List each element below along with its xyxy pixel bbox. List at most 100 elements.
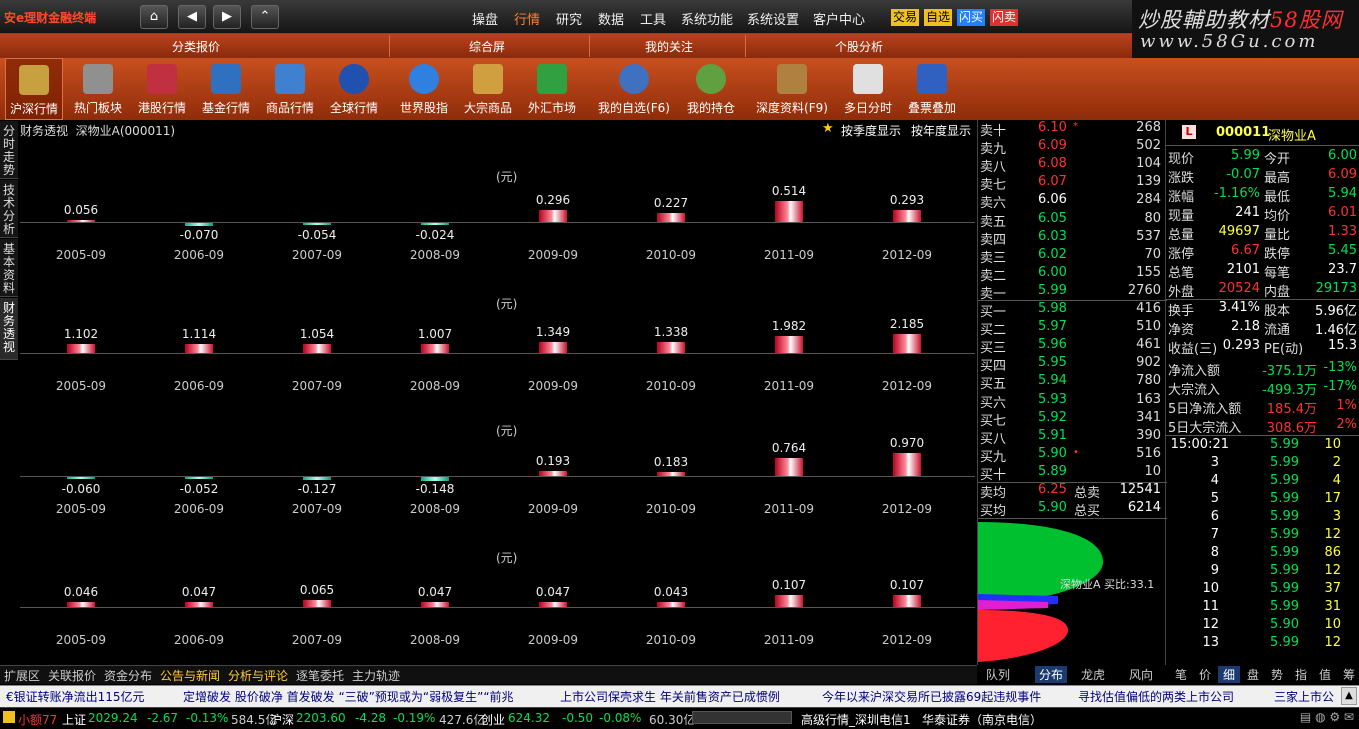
book-level-price[interactable]: 5.99: [1038, 283, 1067, 298]
ticker-item[interactable]: 三家上市公: [1274, 688, 1334, 705]
quote-mini-tab[interactable]: 筹: [1338, 666, 1359, 683]
menu-research[interactable]: 研究: [556, 9, 582, 28]
annual-view-option[interactable]: 按年度显示: [911, 122, 971, 139]
vtab-intraday[interactable]: 分时走势: [0, 121, 18, 179]
vtab-technical[interactable]: 技术分析: [0, 180, 18, 238]
tool-hushen-quotes[interactable]: 沪深行情: [5, 58, 63, 120]
brand-site: 58股网: [1270, 8, 1343, 32]
category-classified-quotes: 分类报价: [172, 40, 221, 54]
book-level-price[interactable]: 5.97: [1038, 319, 1067, 334]
book-level-volume: 416: [1136, 301, 1161, 316]
quote-mini-tab[interactable]: 盘: [1242, 666, 1264, 683]
quote-mini-tab[interactable]: 指: [1290, 666, 1312, 683]
tool-hk-quotes[interactable]: 港股行情: [133, 58, 191, 120]
menu-tools[interactable]: 工具: [640, 9, 666, 28]
collapse-button[interactable]: ⌃: [251, 5, 279, 29]
quarterly-view-option[interactable]: 按季度显示: [841, 122, 901, 139]
tool-bulk-commodities[interactable]: 大宗商品: [459, 58, 517, 120]
book-tab[interactable]: 分布: [1035, 666, 1068, 683]
book-level-price[interactable]: 5.96: [1038, 337, 1067, 352]
book-level-price[interactable]: 5.93: [1038, 392, 1067, 407]
watchlist-tag[interactable]: 自选: [924, 9, 953, 26]
tool-multi-day[interactable]: 多日分时: [839, 58, 897, 120]
tab-order-detail[interactable]: 逐笔委托: [296, 667, 344, 684]
menu-quotes[interactable]: 行情: [514, 9, 540, 28]
tab-related-quotes[interactable]: 关联报价: [48, 667, 96, 684]
tool-hot-sectors[interactable]: 热门板块: [69, 58, 127, 120]
book-level-price[interactable]: 5.92: [1038, 410, 1067, 425]
tool-deep-info[interactable]: 深度资料(F9): [754, 58, 830, 120]
book-level-price[interactable]: 6.07: [1038, 174, 1067, 189]
tab-announcements[interactable]: 公告与新闻: [160, 667, 220, 684]
flow-pct: -17%: [1323, 379, 1357, 394]
book-tab[interactable]: 风向: [1129, 666, 1153, 683]
book-tab[interactable]: 龙虎: [1081, 666, 1105, 683]
book-level-volume: 537: [1136, 228, 1161, 244]
quote-mini-tab[interactable]: 笔: [1170, 666, 1192, 683]
quote-mini-tab[interactable]: 价: [1194, 666, 1216, 683]
chart-data-label: 0.046: [63, 584, 99, 599]
book-divider: [978, 518, 1167, 519]
ticker-item[interactable]: 定增破发 股价破净 首发破发 “三破”预现或为“弱极复生”“前兆: [183, 688, 514, 705]
book-level-price[interactable]: 5.90: [1038, 446, 1067, 461]
flash-sell-tag[interactable]: 闪卖: [990, 9, 1019, 26]
menu-trade[interactable]: 操盘: [472, 9, 498, 28]
ticker-item[interactable]: 上市公司保壳求生 年关前售资产已成惯例: [560, 688, 780, 705]
book-level-price[interactable]: 5.91: [1038, 428, 1067, 443]
ticker-item[interactable]: €银证转账净流出115亿元: [6, 688, 145, 705]
tool-overlay[interactable]: 叠票叠加: [903, 58, 961, 120]
quote-mini-tab[interactable]: 值: [1314, 666, 1336, 683]
forward-button[interactable]: ▶: [213, 5, 241, 29]
home-button[interactable]: ⌂: [140, 5, 168, 29]
book-level-price[interactable]: 5.94: [1038, 373, 1067, 388]
vtab-financial[interactable]: 财务透视: [0, 298, 18, 360]
book-level-price[interactable]: 5.89: [1038, 464, 1067, 479]
book-level-price[interactable]: 6.03: [1038, 229, 1067, 244]
menu-customer-center[interactable]: 客户中心: [813, 9, 865, 28]
tool-fund-quotes[interactable]: 基金行情: [197, 58, 255, 120]
book-level-name: 卖三: [980, 250, 1007, 266]
tab-fund-distribution[interactable]: 资金分布: [104, 667, 152, 684]
chart-data-label: 0.107: [771, 578, 807, 593]
quote-mini-tab[interactable]: 势: [1266, 666, 1288, 683]
book-level-price[interactable]: 6.09: [1038, 138, 1067, 153]
book-level-price[interactable]: 6.05: [1038, 211, 1067, 226]
trade-tag[interactable]: 交易: [891, 9, 920, 26]
ticker-item[interactable]: 今年以来沪深交易所已披露69起违规事件: [822, 688, 1041, 705]
book-level-name: 买九: [980, 449, 1007, 465]
book-level-price[interactable]: 6.10: [1038, 120, 1067, 135]
back-button[interactable]: ◀: [178, 5, 206, 29]
book-level-price[interactable]: 6.00: [1038, 265, 1067, 280]
chart-x-tick: 2006-09: [173, 502, 225, 516]
tab-extension[interactable]: 扩展区: [4, 667, 40, 684]
book-tab[interactable]: 队列: [986, 666, 1010, 683]
book-level-price[interactable]: 5.95: [1038, 355, 1067, 370]
menu-system-settings[interactable]: 系统设置: [747, 9, 799, 28]
chart-data-label: 1.054: [299, 327, 335, 342]
chart-bar: [421, 223, 449, 225]
tab-analysis[interactable]: 分析与评论: [228, 667, 288, 684]
menu-data[interactable]: 数据: [598, 9, 624, 28]
chart-bar: [893, 210, 921, 222]
tool-my-watchlist[interactable]: 我的自选(F6): [596, 58, 672, 120]
vtab-basic-info[interactable]: 基本资料: [0, 239, 18, 297]
book-level-price[interactable]: 6.02: [1038, 247, 1067, 262]
book-level-price[interactable]: 6.06: [1038, 192, 1067, 207]
tab-main-force[interactable]: 主力轨迹: [352, 667, 400, 684]
book-level-price[interactable]: 6.08: [1038, 156, 1067, 171]
ticker-item[interactable]: 寻找估值偏低的两类上市公司: [1078, 688, 1234, 705]
menu-system-functions[interactable]: 系统功能: [681, 9, 733, 28]
tool-my-holdings[interactable]: 我的持仓: [682, 58, 740, 120]
tool-global-quotes[interactable]: 全球行情: [325, 58, 383, 120]
ticker-scroll-button[interactable]: ▲: [1341, 687, 1357, 705]
book-level-name: 卖四: [980, 232, 1007, 248]
book-level-price[interactable]: 5.98: [1038, 301, 1067, 316]
tool-world-indices[interactable]: 世界股指: [395, 58, 453, 120]
tool-label: 叠票叠加: [907, 101, 956, 115]
sh-index-pct: -0.13%: [186, 711, 229, 725]
tool-commodity-quotes[interactable]: 商品行情: [261, 58, 319, 120]
quote-mini-tab[interactable]: 细: [1218, 666, 1240, 683]
quote-field-label: 净资: [1168, 323, 1195, 338]
flash-buy-tag[interactable]: 闪买: [957, 9, 986, 26]
tool-forex-market[interactable]: 外汇市场: [523, 58, 581, 120]
